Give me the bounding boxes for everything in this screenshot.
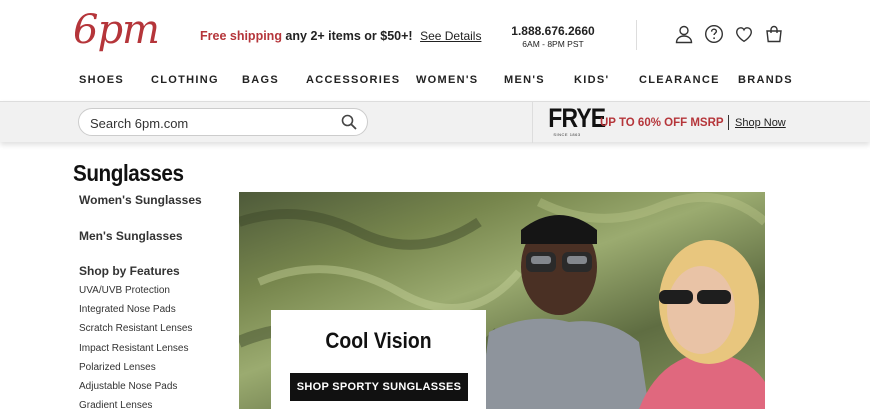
feature-link[interactable]: Polarized Lenses xyxy=(79,362,156,373)
search-band: FRYE SINCE 1863 UP TO 60% OFF MSRP Shop … xyxy=(0,101,870,143)
see-details-link[interactable]: See Details xyxy=(420,29,481,43)
search-icon[interactable] xyxy=(341,114,357,130)
shipping-promo: Free shipping any 2+ items or $50+! See … xyxy=(200,29,481,43)
nav-shoes[interactable]: SHOES xyxy=(79,74,124,86)
sidebar-shop-by-features: Shop by Features xyxy=(79,264,180,278)
phone-hours: 6AM - 8PM PST xyxy=(522,39,584,49)
feature-link[interactable]: Impact Resistant Lenses xyxy=(79,343,189,354)
nav-brands[interactable]: BRANDS xyxy=(738,74,793,86)
hero-card: Cool Vision SHOP SPORTY SUNGLASSES xyxy=(271,310,486,409)
page-title: Sunglasses xyxy=(73,160,184,186)
phone-contact: 1.888.676.2660 6AM - 8PM PST xyxy=(490,24,616,49)
hero-title: Cool Vision xyxy=(325,328,432,353)
nav-kids[interactable]: KIDS' xyxy=(574,74,609,86)
nav-accessories[interactable]: ACCESSORIES xyxy=(306,74,400,86)
feature-link[interactable]: Adjustable Nose Pads xyxy=(79,381,177,392)
main-nav: SHOES CLOTHING BAGS ACCESSORIES WOMEN'S … xyxy=(0,74,870,92)
feature-link[interactable]: Integrated Nose Pads xyxy=(79,304,176,315)
shop-sporty-sunglasses-button[interactable]: SHOP SPORTY SUNGLASSES xyxy=(290,373,468,401)
sidebar-mens-sunglasses[interactable]: Men's Sunglasses xyxy=(79,229,183,243)
nav-clearance[interactable]: CLEARANCE xyxy=(639,74,720,86)
nav-bags[interactable]: BAGS xyxy=(242,74,279,86)
logo[interactable]: 6pm xyxy=(73,10,160,50)
phone-number[interactable]: 1.888.676.2660 xyxy=(490,24,616,38)
search-input[interactable] xyxy=(90,114,330,132)
promo-highlight: Free shipping xyxy=(200,29,282,43)
feature-link[interactable]: Scratch Resistant Lenses xyxy=(79,323,192,334)
shop-now-link[interactable]: Shop Now xyxy=(735,117,786,129)
header-divider xyxy=(636,20,637,50)
frye-offer: UP TO 60% OFF MSRP xyxy=(600,117,724,129)
feature-link[interactable]: UVA/UVB Protection xyxy=(79,285,170,296)
band-divider xyxy=(532,102,533,143)
frye-brand: FRYE xyxy=(548,103,606,133)
offer-separator xyxy=(728,115,729,130)
hero-banner[interactable]: Cool Vision SHOP SPORTY SUNGLASSES xyxy=(239,192,765,409)
nav-womens[interactable]: WOMEN'S xyxy=(416,74,478,86)
nav-mens[interactable]: MEN'S xyxy=(504,74,545,86)
frye-logo[interactable]: FRYE SINCE 1863 xyxy=(545,103,606,137)
cart-icon[interactable] xyxy=(764,24,784,44)
header-icons xyxy=(674,24,784,44)
search-box xyxy=(78,108,368,136)
account-icon[interactable] xyxy=(674,24,694,44)
help-icon[interactable] xyxy=(704,24,724,44)
feature-link[interactable]: Gradient Lenses xyxy=(79,400,152,409)
nav-clothing[interactable]: CLOTHING xyxy=(151,74,219,86)
sidebar-womens-sunglasses[interactable]: Women's Sunglasses xyxy=(79,193,202,207)
promo-text: any 2+ items or $50+! xyxy=(281,29,413,43)
favorites-icon[interactable] xyxy=(734,24,754,44)
